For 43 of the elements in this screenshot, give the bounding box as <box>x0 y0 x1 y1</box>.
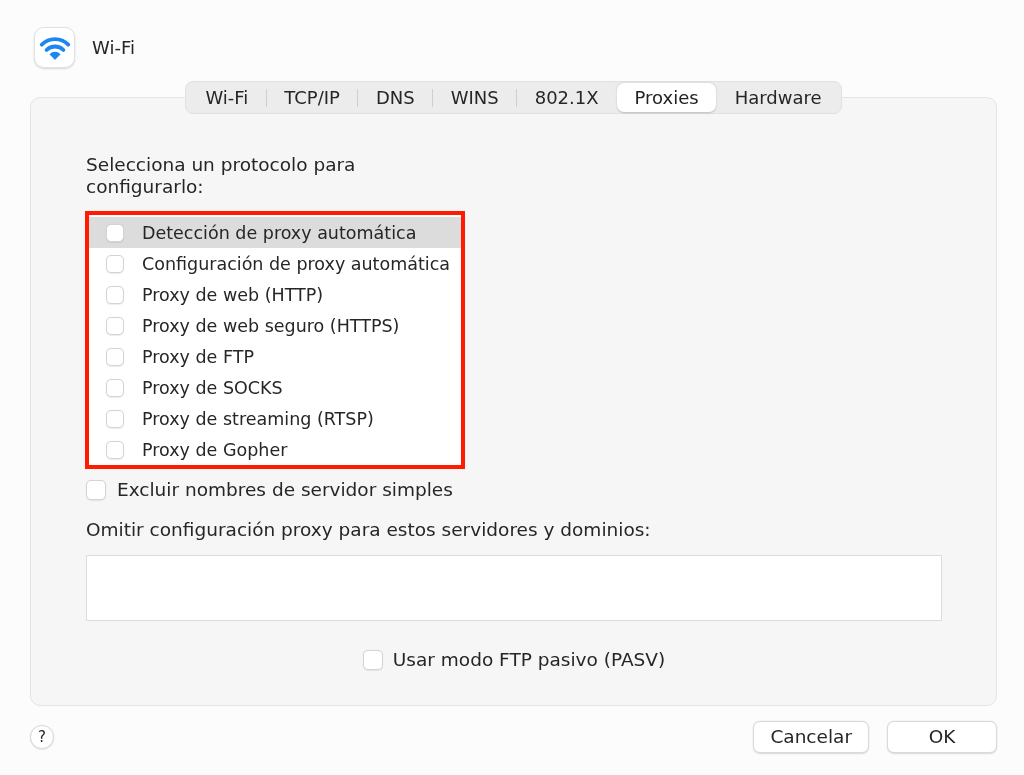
protocol-row[interactable]: Detección de proxy automática <box>89 217 461 248</box>
protocol-label: Proxy de FTP <box>142 345 254 368</box>
checkbox[interactable] <box>106 285 124 304</box>
protocol-row[interactable]: Proxy de web seguro (HTTPS) <box>89 310 461 341</box>
tab[interactable]: 802.1X <box>517 83 617 112</box>
checkbox[interactable] <box>106 223 124 242</box>
checkbox[interactable] <box>106 254 124 273</box>
checkbox[interactable] <box>106 316 124 335</box>
protocol-row[interactable]: Configuración de proxy automática <box>89 248 461 279</box>
bypass-label: Omitir configuración proxy para estos servidores y dominios: <box>86 519 652 541</box>
tab[interactable]: TCP/IP <box>266 83 358 112</box>
protocol-row[interactable]: Proxy de SOCKS <box>89 372 461 403</box>
protocol-label: Proxy de web seguro (HTTPS) <box>142 314 400 337</box>
wifi-icon <box>34 27 75 68</box>
protocol-row[interactable]: Proxy de streaming (RTSP) <box>89 403 461 434</box>
help-button[interactable]: ? <box>30 725 54 749</box>
checkbox[interactable] <box>106 409 124 428</box>
protocol-label: Configuración de proxy automática <box>142 252 451 275</box>
checkbox-label: Excluir nombres de servidor simples <box>117 479 453 501</box>
tab[interactable]: DNS <box>358 83 433 112</box>
protocol-row[interactable]: Proxy de Gopher <box>89 434 461 465</box>
protocol-label: Proxy de web (HTTP) <box>142 283 324 306</box>
window-title: Wi-Fi <box>92 36 135 59</box>
checkbox[interactable] <box>362 650 383 670</box>
protocol-label: Detección de proxy automática <box>142 221 417 244</box>
protocol-label: Proxy de streaming (RTSP) <box>142 407 374 430</box>
checkbox-label: Usar modo FTP pasivo (PASV) <box>392 649 666 671</box>
checkbox[interactable] <box>106 347 124 366</box>
protocol-row[interactable]: Proxy de web (HTTP) <box>89 279 461 310</box>
tab[interactable]: Hardware <box>717 83 840 112</box>
protocol-label: Proxy de SOCKS <box>142 376 283 399</box>
dialog-button[interactable]: Cancelar <box>753 721 869 753</box>
tab[interactable]: Wi-Fi <box>187 83 266 112</box>
protocol-row[interactable]: Proxy de FTP <box>89 341 461 372</box>
tab[interactable]: WINS <box>433 83 517 112</box>
checkbox[interactable] <box>106 440 124 459</box>
protocol-label: Proxy de Gopher <box>142 438 288 461</box>
bypass-field[interactable] <box>86 555 942 621</box>
checkbox[interactable] <box>106 378 124 397</box>
protocol-heading: Selecciona un protocolo para configurarlo: <box>86 154 357 198</box>
dialog-button[interactable]: OK <box>887 721 997 753</box>
tab[interactable]: Proxies <box>617 83 717 112</box>
checkbox[interactable] <box>86 480 106 500</box>
